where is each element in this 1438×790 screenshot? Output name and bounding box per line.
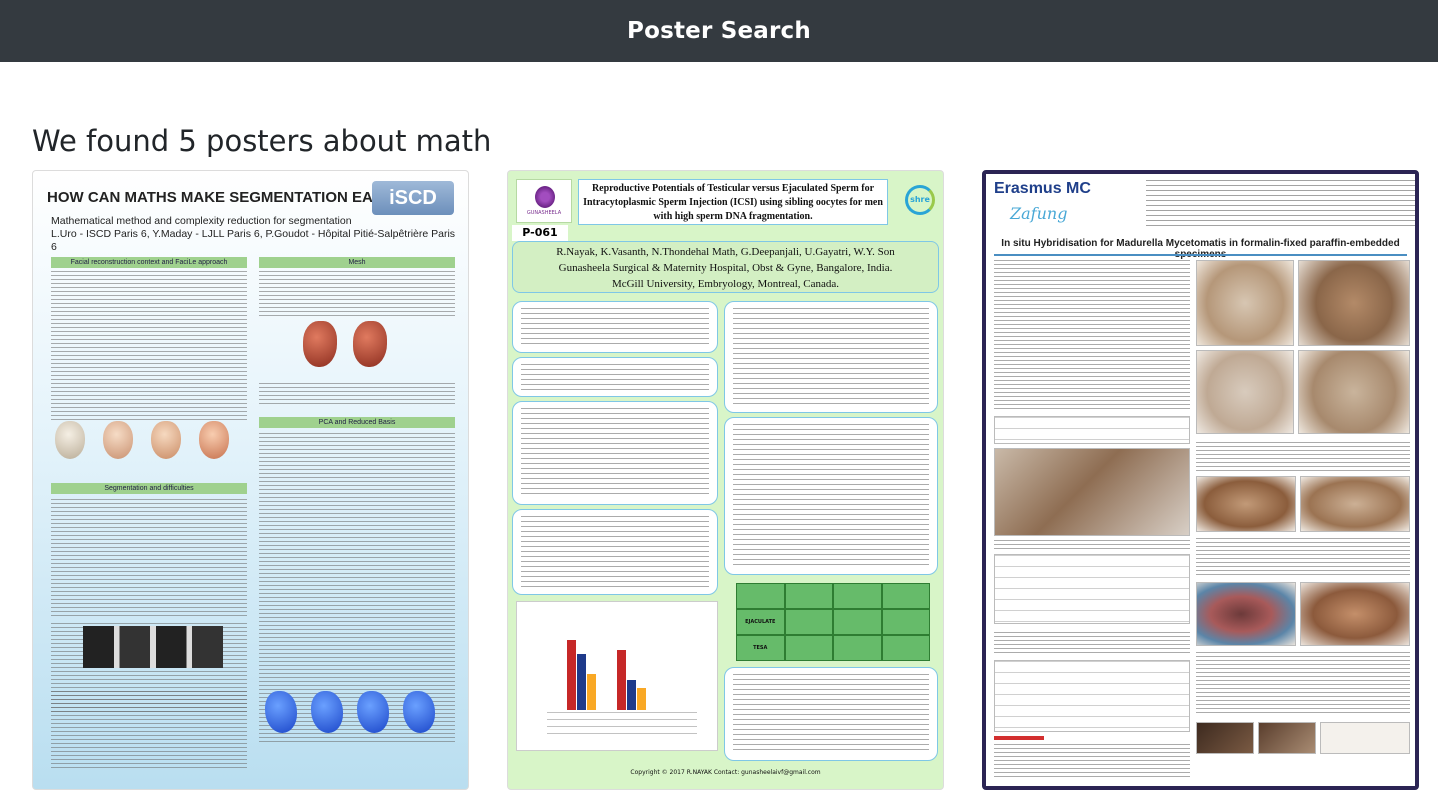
poster-text-block [259,271,455,317]
divider [994,254,1407,256]
chart-data-table [547,712,697,740]
section-heading: Facial reconstruction context and FaciLe… [51,257,247,268]
histology-image [1196,582,1296,646]
pretreatment-table [994,660,1190,732]
shre-logo: shre [905,185,935,215]
poster-footer: Copyright © 2017 R.NAYAK Contact: gunash… [630,769,821,776]
poster-text-block [51,499,247,619]
poster-title: HOW CAN MATHS MAKE SEGMENTATION EASIER ? [47,189,422,206]
study-question-box [512,301,718,353]
navbar-title: Poster Search [627,18,811,44]
mesh-image [303,321,337,367]
poster-card-segmentation[interactable]: HOW CAN MATHS MAKE SEGMENTATION EASIER ?… [32,170,469,790]
face-image [151,421,181,459]
reconstruction-image [403,691,435,733]
poster-authors: L.Uro - ISCD Paris 6, Y.Maday - LJLL Par… [51,228,456,253]
poster-card-icsi[interactable]: GUNASHEELA Reproductive Potentials of Te… [507,170,944,790]
poster-text-block [1196,538,1410,578]
face-image [103,421,133,459]
table-row-label: TESA [736,635,785,661]
chart-bar [637,688,646,710]
histology-image [1298,260,1410,346]
histology-image [1196,476,1296,532]
histology-image [994,448,1190,536]
highlight-marker [994,736,1044,740]
photo-image [1320,722,1410,754]
poster-text-block [1196,652,1410,716]
poster-text-block [994,540,1190,550]
chart-bar [587,674,596,710]
poster-affiliation-2: McGill University, Embryology, Montreal,… [611,278,840,290]
results-table: EJACULATE TESA [736,583,930,661]
main-results-box [724,417,938,575]
zafung-script: Zafung [1010,204,1068,223]
poster-text-block [1196,442,1410,472]
poster-authors: R.Nayak, K.Vasanth, N.Thondehal Math, G.… [512,241,939,293]
section-heading: PCA and Reduced Basis [259,417,455,428]
reconstruction-image [357,691,389,733]
poster-text-block [259,383,455,407]
histology-image [1300,582,1410,646]
reconstruction-image [265,691,297,733]
poster-affiliation: Gunasheela Surgical & Maternity Hospital… [558,262,893,274]
limitations-box [724,667,938,761]
section-heading: Mesh [259,257,455,268]
top-navbar: Poster Search [0,0,1438,62]
poster-subtitle-text: Mathematical method and complexity reduc… [51,215,352,227]
results-heading: We found 5 posters about math [32,124,492,158]
histology-image [1298,350,1410,434]
probe-table [994,416,1190,444]
face-image [199,421,229,459]
chart-bar [617,650,626,710]
poster-card-madurella[interactable]: Erasmus MC Zafung In situ Hybridisation … [982,170,1419,790]
references-block [51,691,247,771]
probe-reactivity-table [994,554,1190,624]
poster-header: GUNASHEELA Reproductive Potentials of Te… [512,175,939,227]
poster-code: P-061 [512,225,568,241]
study-design-box [512,509,718,595]
poster-text-block [994,632,1190,656]
chart-bar [577,654,586,710]
photo-image [1258,722,1316,754]
poster-authors-text: R.Nayak, K.Vasanth, N.Thondehal Math, G.… [556,246,895,258]
gunasheela-logo: GUNASHEELA [516,179,572,223]
table-row-label: EJACULATE [736,609,785,635]
skull-image [55,421,85,459]
poster-authors-block [1146,180,1415,230]
poster-subtitle: Mathematical method and complexity reduc… [51,215,461,254]
segmentation-image [83,626,223,668]
poster-text-block [994,744,1190,780]
erasmus-mc-logo: Erasmus MC [994,180,1091,197]
summary-answer-box [512,357,718,397]
reconstruction-image [311,691,343,733]
bar-chart-image [516,601,718,751]
mesh-image [353,321,387,367]
chart-bar [567,640,576,710]
poster-text-block [51,271,247,421]
flower-icon [535,186,555,208]
participants-box [724,301,938,413]
section-heading: Segmentation and difficulties [51,483,247,494]
gunasheela-logo-text: GUNASHEELA [526,210,562,216]
poster-title: In situ Hybridisation for Madurella Myce… [1001,238,1400,260]
known-already-box [512,401,718,505]
histology-image [1196,260,1294,346]
histology-image [1300,476,1410,532]
poster-grid: HOW CAN MATHS MAKE SEGMENTATION EASIER ?… [32,170,1420,790]
iscd-logo: iSCD [372,181,454,215]
photo-image [1196,722,1254,754]
histology-image [1196,350,1294,434]
poster-title: Reproductive Potentials of Testicular ve… [578,179,888,225]
chart-bar [627,680,636,710]
poster-text-block [994,260,1190,410]
